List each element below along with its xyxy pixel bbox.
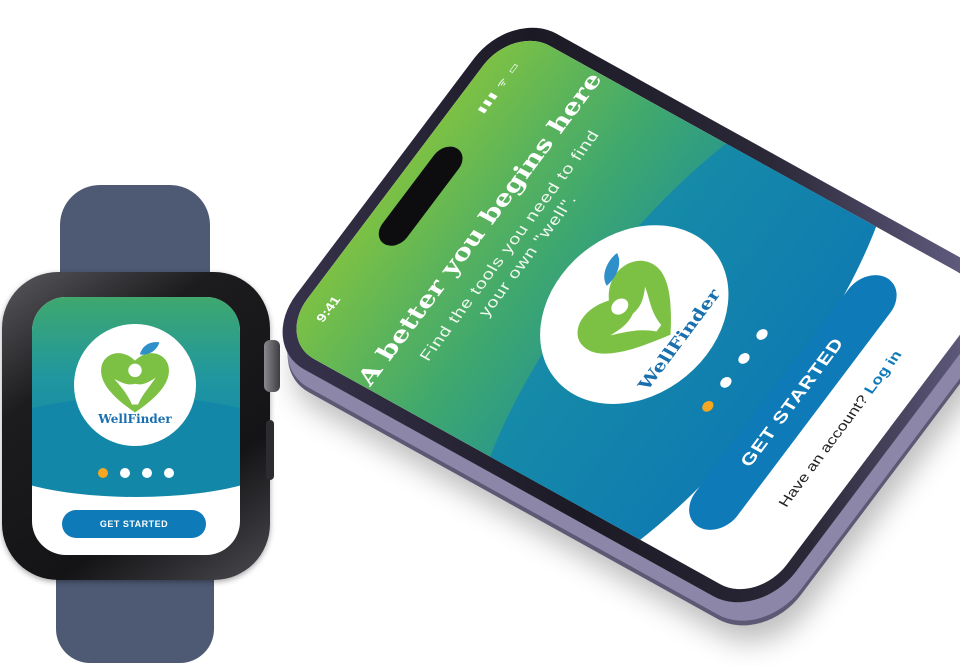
logo-wordmark: WellFinder [98, 412, 172, 426]
heart-leaf-icon [101, 342, 169, 413]
phone-device: 9:41 ▮▮▮ ᯤ ▭ A better you begins here Fi… [235, 8, 960, 622]
phone-screen: 9:41 ▮▮▮ ᯤ ▭ A better you begins here Fi… [277, 25, 960, 605]
page-dot-active[interactable] [98, 468, 108, 478]
digital-crown[interactable] [264, 340, 280, 392]
watch-screen: WellFinder GET STARTED [32, 297, 240, 555]
page-dot[interactable] [120, 468, 130, 478]
page-dot[interactable] [142, 468, 152, 478]
phone-body: 9:41 ▮▮▮ ᯤ ▭ A better you begins here Fi… [258, 8, 960, 622]
page-dot[interactable] [164, 468, 174, 478]
login-link[interactable]: Log in [861, 348, 905, 396]
wellfinder-logo: WellFinder [74, 324, 196, 446]
watch-side-button[interactable] [266, 420, 274, 480]
get-started-button[interactable]: GET STARTED [62, 510, 206, 538]
page-indicator[interactable] [32, 465, 240, 483]
